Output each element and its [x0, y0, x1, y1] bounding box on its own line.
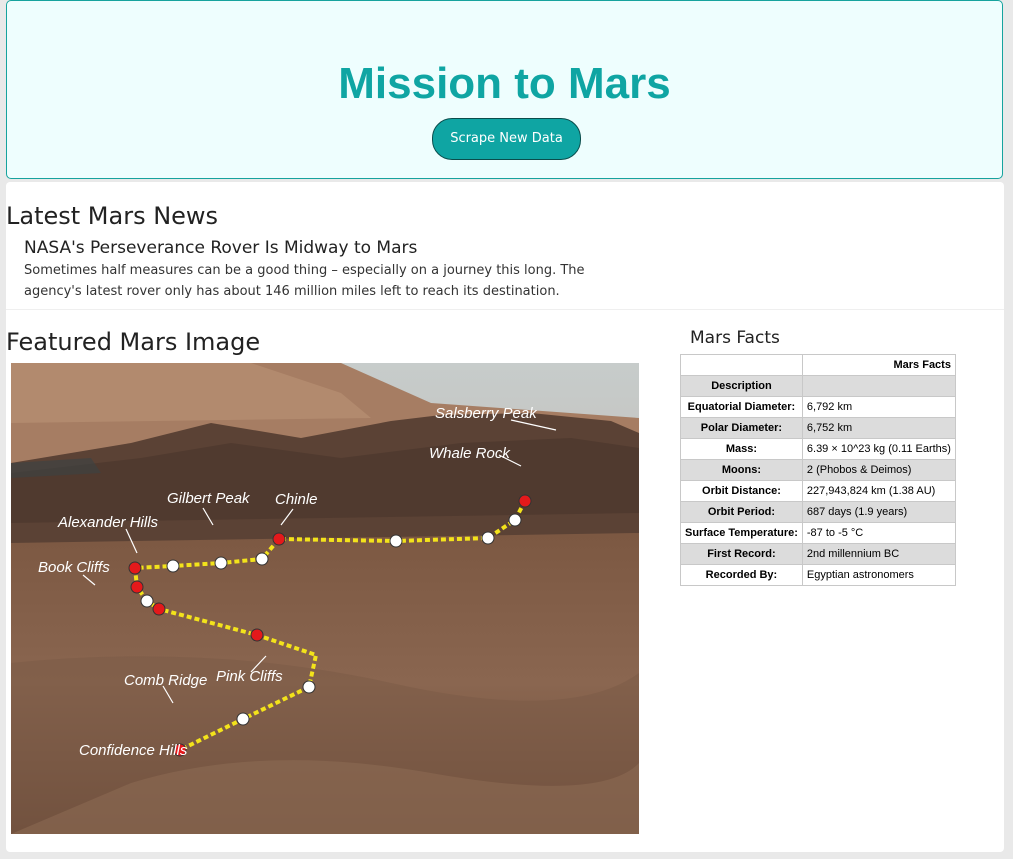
fact-value: Egyptian astronomers	[801, 564, 956, 586]
table-row: Polar Diameter: 6,752 km	[680, 417, 956, 439]
map-label-confidence-hills: Confidence Hills	[79, 742, 188, 759]
main-content: Latest Mars News NASA's Perseverance Rov…	[6, 182, 1004, 852]
map-label-salsberry-peak: Salsberry Peak	[435, 405, 538, 422]
news-heading: Latest Mars News	[6, 202, 219, 230]
fact-label: Recorded By:	[680, 564, 803, 586]
fact-label: Polar Diameter:	[680, 417, 803, 439]
page-title: Mission to Mars	[338, 59, 671, 108]
map-label-gilbert-peak: Gilbert Peak	[167, 490, 251, 507]
table-row: Orbit Period: 687 days (1.9 years)	[680, 501, 956, 523]
table-header-row: Mars Facts	[680, 354, 956, 376]
fact-value: 6,792 km	[801, 396, 956, 418]
table-header-title: Mars Facts	[801, 354, 956, 376]
table-row: Equatorial Diameter: 6,792 km	[680, 396, 956, 418]
fact-value: 6.39 × 10^23 kg (0.11 Earths)	[801, 438, 956, 460]
table-row: Description	[680, 375, 956, 397]
fact-label: Orbit Distance:	[680, 480, 803, 502]
table-header-empty	[680, 354, 803, 376]
description-label: Description	[680, 375, 803, 397]
news-title: NASA's Perseverance Rover Is Midway to M…	[24, 238, 418, 258]
map-label-whale-rock: Whale Rock	[429, 445, 511, 462]
section-divider	[6, 309, 1004, 310]
featured-mars-image: Salsberry Peak Whale Rock Gilbert Peak C…	[11, 363, 639, 834]
fact-value: 687 days (1.9 years)	[801, 501, 956, 523]
fact-value: 2 (Phobos & Deimos)	[801, 459, 956, 481]
map-label-chinle: Chinle	[275, 491, 318, 508]
header-jumbotron: Mission to Mars Scrape New Data	[6, 0, 1003, 179]
table-row: Orbit Distance: 227,943,824 km (1.38 AU)	[680, 480, 956, 502]
map-label-alexander-hills: Alexander Hills	[57, 514, 159, 531]
map-label-book-cliffs: Book Cliffs	[38, 559, 110, 576]
scrape-new-data-button[interactable]: Scrape New Data	[432, 118, 581, 160]
mars-facts-table: Mars Facts Description Equatorial Diamet…	[680, 354, 956, 586]
fact-label: First Record:	[680, 543, 803, 565]
fact-label: Orbit Period:	[680, 501, 803, 523]
map-label-pink-cliffs: Pink Cliffs	[216, 668, 283, 685]
mars-facts-heading: Mars Facts	[690, 328, 780, 348]
news-paragraph: Sometimes half measures can be a good th…	[24, 263, 585, 299]
fact-value: 2nd millennium BC	[801, 543, 956, 565]
fact-label: Equatorial Diameter:	[680, 396, 803, 418]
fact-label: Mass:	[680, 438, 803, 460]
table-row: Mass: 6.39 × 10^23 kg (0.11 Earths)	[680, 438, 956, 460]
table-row: Recorded By: Egyptian astronomers	[680, 564, 956, 586]
fact-label: Moons:	[680, 459, 803, 481]
description-value	[801, 375, 956, 397]
featured-image-heading: Featured Mars Image	[6, 328, 261, 356]
fact-value: 227,943,824 km (1.38 AU)	[801, 480, 956, 502]
table-row: Surface Temperature: -87 to -5 °C	[680, 522, 956, 544]
table-row: First Record: 2nd millennium BC	[680, 543, 956, 565]
fact-value: 6,752 km	[801, 417, 956, 439]
table-row: Moons: 2 (Phobos & Deimos)	[680, 459, 956, 481]
fact-label: Surface Temperature:	[680, 522, 803, 544]
map-label-comb-ridge: Comb Ridge	[124, 672, 207, 689]
fact-value: -87 to -5 °C	[801, 522, 956, 544]
